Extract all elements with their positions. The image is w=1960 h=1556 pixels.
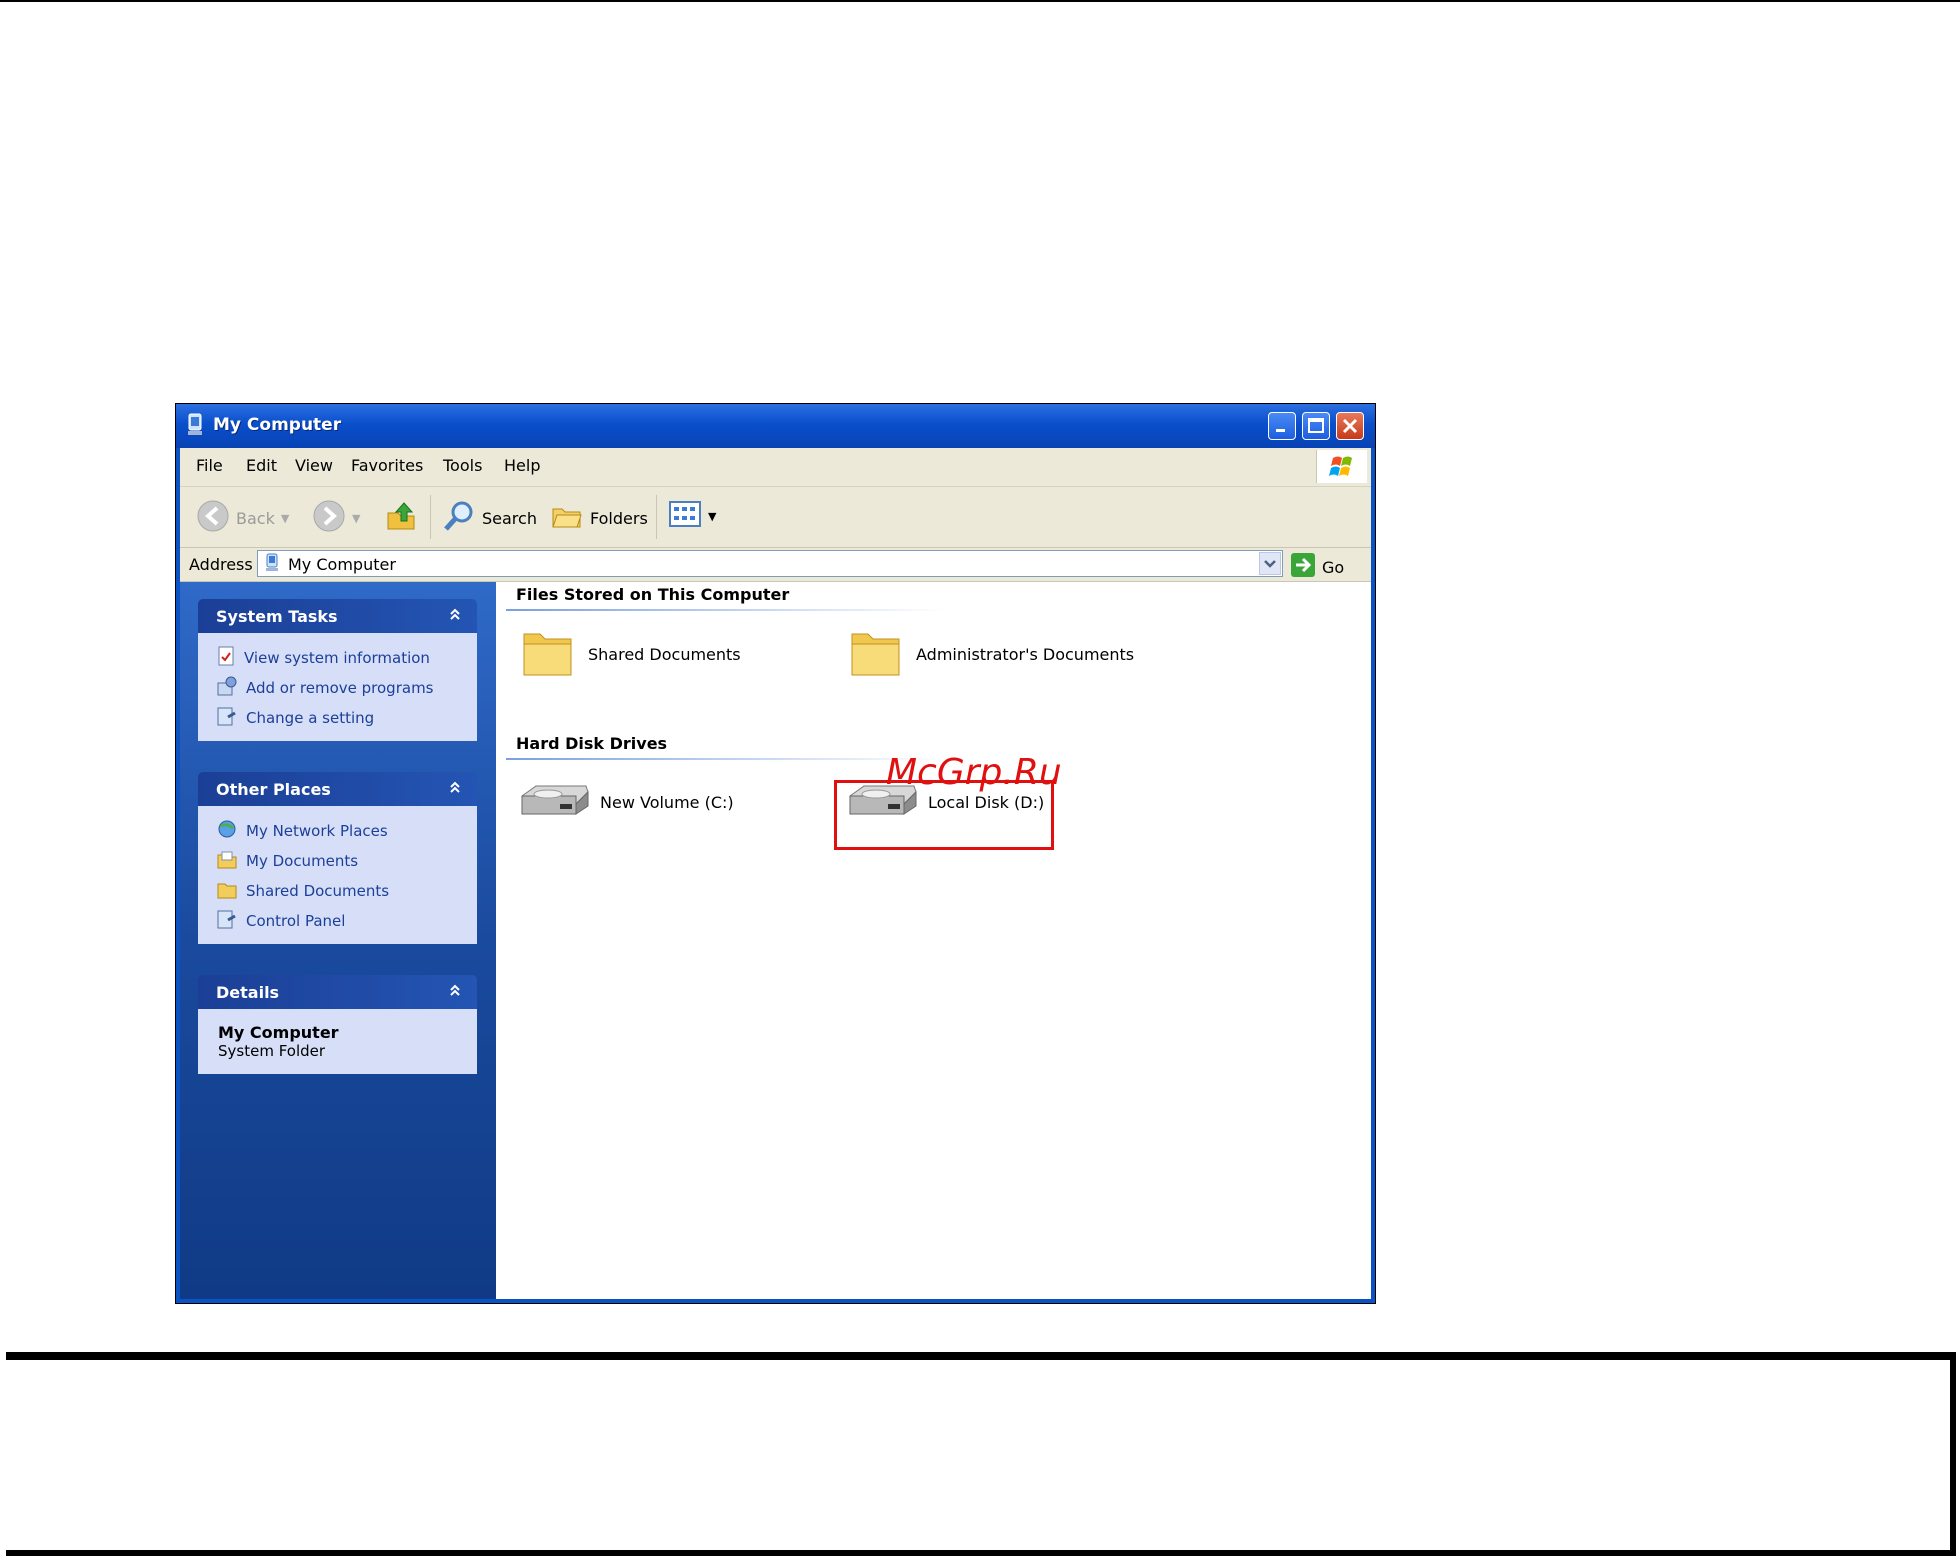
toolbar-separator (430, 495, 431, 539)
folder-icon (846, 622, 906, 686)
system-tasks-panel: System Tasks View system information Add… (198, 599, 477, 741)
windows-logo-icon (1316, 450, 1367, 483)
address-value: My Computer (288, 555, 396, 574)
back-button[interactable]: Back ▼ (196, 499, 289, 537)
my-computer-icon (264, 553, 282, 577)
folder-icon (216, 878, 238, 904)
menu-bar: File Edit View Favorites Tools Help (180, 448, 1371, 487)
menu-favorites[interactable]: Favorites (351, 456, 423, 475)
minimize-button[interactable] (1268, 412, 1296, 440)
search-button[interactable]: Search (442, 499, 537, 537)
menu-file[interactable]: File (196, 456, 223, 475)
folders-button[interactable]: Folders (550, 499, 648, 537)
task-change-a-setting[interactable]: Change a setting (198, 703, 477, 733)
views-dropdown-icon[interactable]: ▼ (708, 510, 716, 523)
views-icon (668, 499, 702, 533)
menu-edit[interactable]: Edit (246, 456, 277, 475)
window-title: My Computer (213, 415, 342, 435)
place-my-documents[interactable]: My Documents (198, 846, 477, 876)
task-add-remove-programs[interactable]: Add or remove programs (198, 673, 477, 703)
toolbar-separator (656, 495, 657, 539)
go-button[interactable]: Go (1290, 552, 1344, 582)
menu-help[interactable]: Help (504, 456, 540, 475)
network-places-icon (216, 818, 238, 844)
files-group-title: Files Stored on This Computer (516, 585, 790, 604)
address-input[interactable]: My Computer (257, 550, 1283, 577)
control-panel-icon (216, 908, 238, 934)
page-top-rule (0, 0, 1960, 2)
title-bar[interactable]: My Computer (176, 404, 1375, 448)
system-information-icon (216, 645, 236, 671)
menu-tools[interactable]: Tools (443, 456, 482, 475)
back-dropdown-icon[interactable]: ▼ (281, 512, 289, 525)
search-label: Search (482, 508, 537, 528)
folder-icon (518, 622, 578, 686)
details-type: System Folder (218, 1042, 326, 1060)
menu-view[interactable]: View (295, 456, 333, 475)
collapse-chevron-icon[interactable] (445, 605, 465, 625)
up-folder-icon (384, 499, 418, 537)
place-my-network-places[interactable]: My Network Places (198, 816, 477, 846)
group-divider (506, 758, 946, 760)
collapse-chevron-icon[interactable] (445, 981, 465, 1001)
address-bar: Address My Computer Go (180, 548, 1371, 582)
folder-content: Files Stored on This Computer Shared Doc… (496, 582, 1371, 1299)
system-tasks-title: System Tasks (216, 607, 338, 626)
folders-label: Folders (590, 508, 648, 528)
other-places-panel: Other Places My Network Places My Docume… (198, 772, 477, 944)
forward-dropdown-icon[interactable]: ▼ (352, 512, 360, 525)
control-panel-icon (216, 705, 238, 731)
item-shared-documents[interactable]: Shared Documents (518, 622, 741, 686)
place-control-panel[interactable]: Control Panel (198, 906, 477, 936)
group-divider (506, 609, 946, 611)
drives-group-title: Hard Disk Drives (516, 734, 668, 753)
go-label: Go (1322, 557, 1345, 577)
task-pane: System Tasks View system information Add… (180, 582, 496, 1299)
item-administrators-documents[interactable]: Administrator's Documents (846, 622, 1134, 686)
views-button[interactable]: ▼ (668, 499, 716, 533)
watermark-text: McGrp.Ru (886, 752, 1062, 793)
page-bottom-frame (6, 1352, 1956, 1556)
add-remove-programs-icon (216, 675, 238, 701)
close-button[interactable] (1336, 412, 1364, 440)
forward-button[interactable]: ▼ (312, 499, 360, 537)
details-panel: Details My Computer System Folder (198, 975, 477, 1074)
back-arrow-icon (196, 499, 230, 537)
system-tasks-header[interactable]: System Tasks (198, 599, 477, 633)
my-documents-icon (216, 848, 238, 874)
forward-arrow-icon (312, 499, 346, 537)
up-folder-button[interactable] (384, 499, 418, 537)
details-header[interactable]: Details (198, 975, 477, 1009)
folders-icon (550, 499, 584, 537)
other-places-header[interactable]: Other Places (198, 772, 477, 806)
go-arrow-icon (1290, 552, 1316, 582)
back-label: Back (236, 508, 275, 528)
item-new-volume-c[interactable]: New Volume (C:) (518, 778, 734, 826)
my-computer-icon (186, 413, 206, 441)
place-shared-documents[interactable]: Shared Documents (198, 876, 477, 906)
maximize-button[interactable] (1302, 412, 1330, 440)
address-dropdown-button[interactable] (1259, 552, 1281, 575)
collapse-chevron-icon[interactable] (445, 778, 465, 798)
address-label: Address (189, 555, 253, 574)
hard-drive-icon (518, 778, 590, 826)
standard-toolbar: Back ▼ ▼ Search Folders ▼ (180, 487, 1371, 548)
other-places-title: Other Places (216, 780, 331, 799)
search-icon (442, 499, 476, 537)
details-title: Details (216, 983, 280, 1002)
task-view-system-information[interactable]: View system information (198, 643, 477, 673)
details-name: My Computer (218, 1023, 339, 1042)
my-computer-window: My Computer File Edit View Favorites Too… (175, 403, 1376, 1304)
